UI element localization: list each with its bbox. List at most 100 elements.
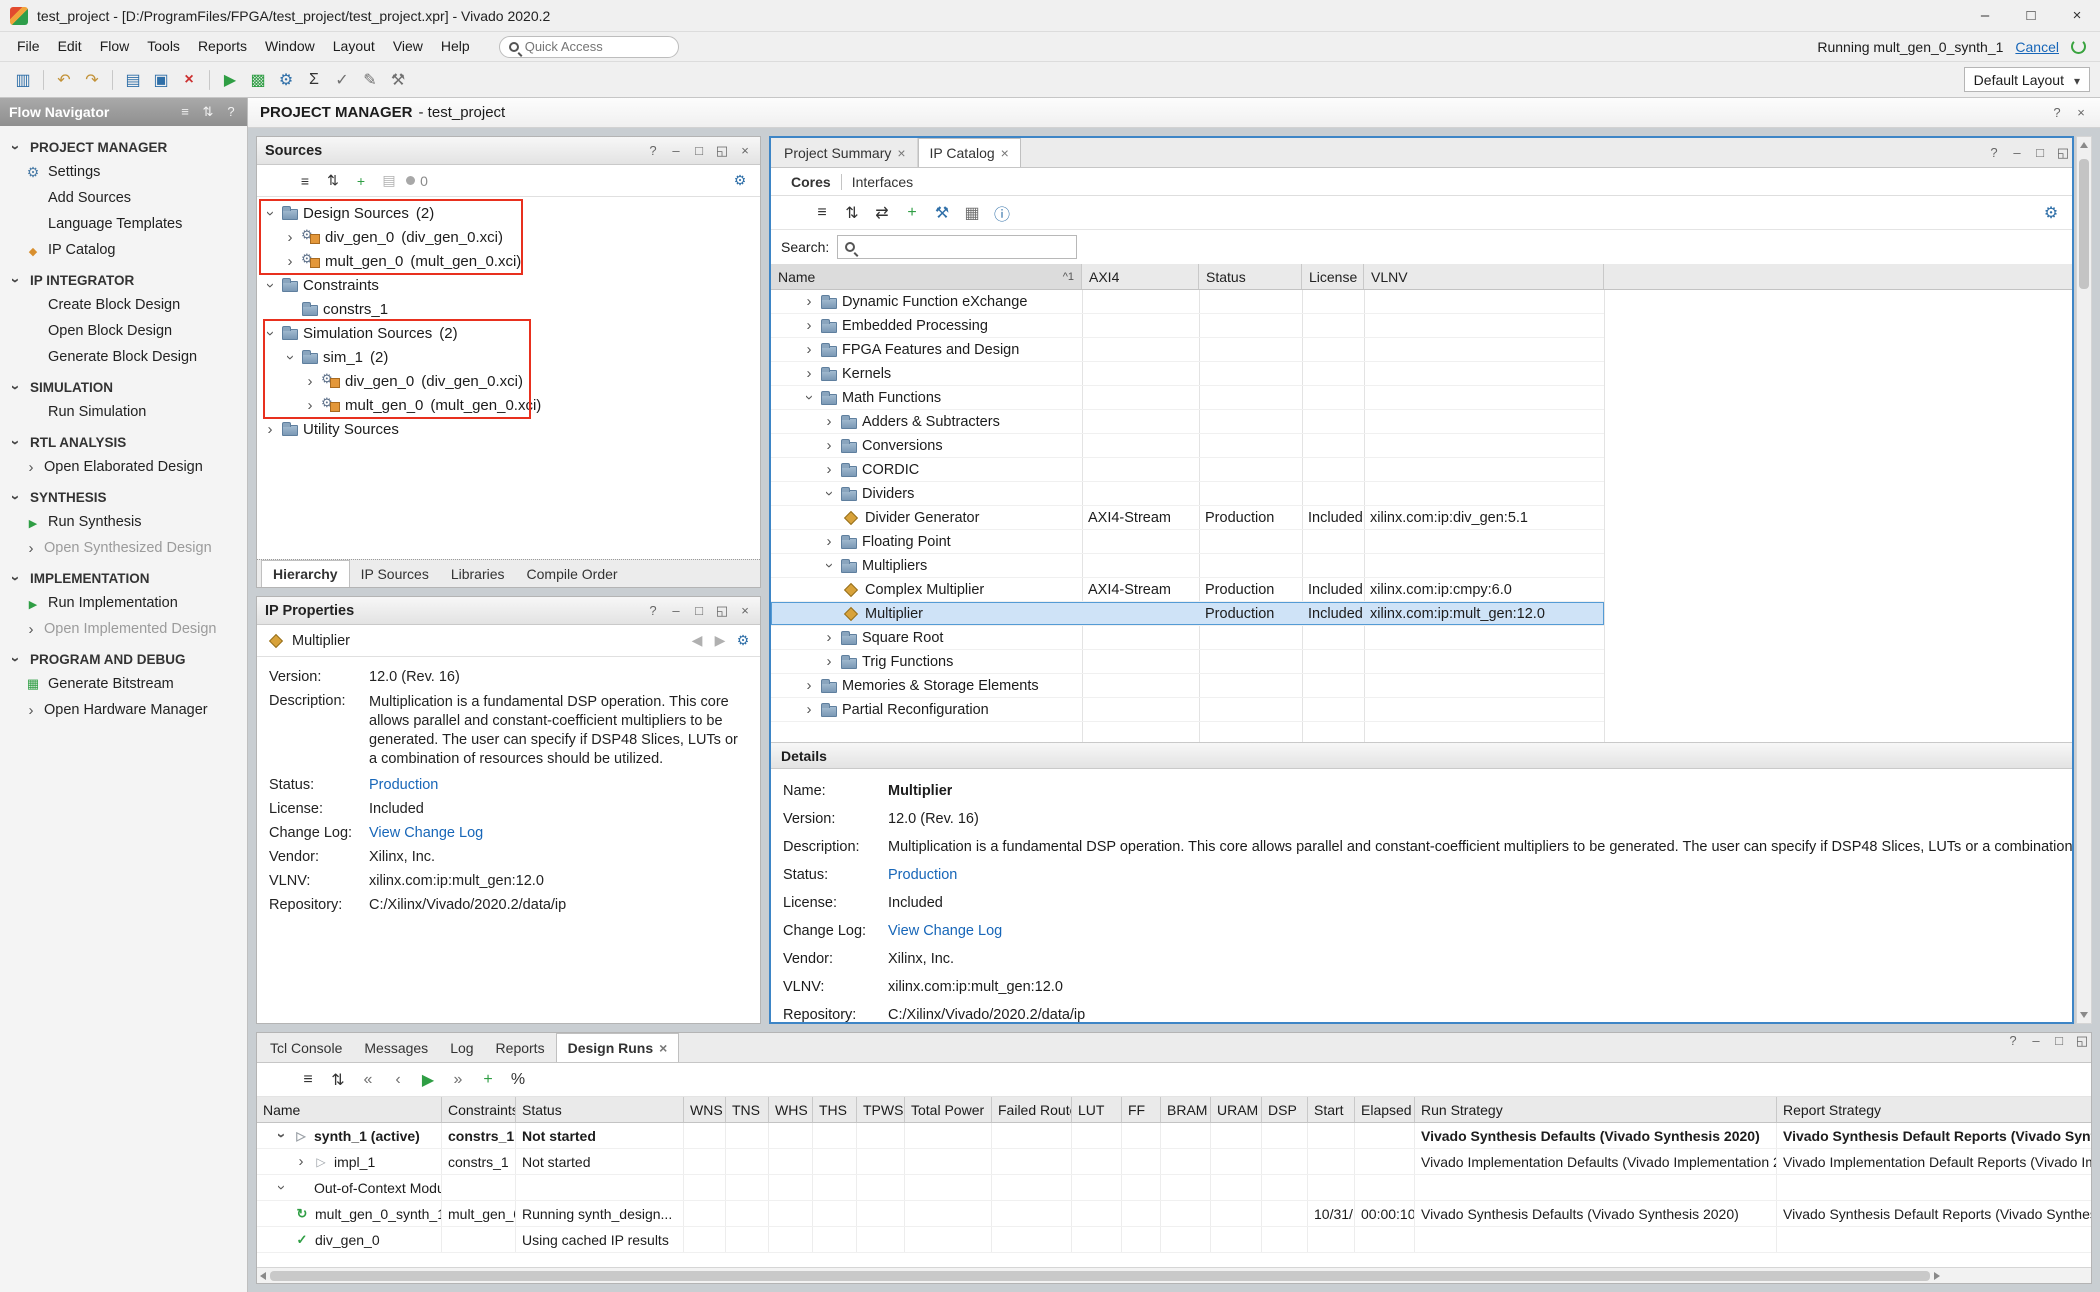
ip-catalog-search-input[interactable] bbox=[861, 240, 1069, 255]
filter-count-badge[interactable]: 0 bbox=[405, 169, 429, 193]
menu-item[interactable]: Layout bbox=[324, 34, 384, 58]
sources-view-tab[interactable]: Libraries bbox=[440, 560, 516, 587]
menu-item[interactable]: Reports bbox=[189, 34, 256, 58]
design-run-row[interactable]: synth_1 (active) constrs_1 Not started bbox=[257, 1123, 2091, 1149]
tree-expander-icon[interactable] bbox=[263, 206, 277, 221]
column-header-tpws[interactable]: TPWS bbox=[857, 1097, 905, 1122]
step-first-icon[interactable]: « bbox=[355, 1067, 381, 1093]
ip-catalog-row[interactable]: Conversions bbox=[771, 434, 1604, 458]
collapse-all-icon[interactable]: ≡ bbox=[293, 169, 317, 193]
tree-expander-icon[interactable] bbox=[822, 414, 836, 429]
design-run-row[interactable]: Out-of-Context Module Runs bbox=[257, 1175, 2091, 1201]
column-header-start[interactable]: Start bbox=[1308, 1097, 1355, 1122]
flow-navigator-item[interactable]: Generate Bitstream bbox=[0, 671, 247, 697]
help-icon[interactable]: ? bbox=[646, 143, 660, 159]
report-icon[interactable]: ▤ bbox=[120, 67, 146, 93]
help-icon[interactable]: ? bbox=[2006, 1033, 2020, 1062]
open-file-icon[interactable]: ▥ bbox=[10, 67, 36, 93]
close-icon[interactable]: × bbox=[2054, 0, 2100, 32]
ip-catalog-row[interactable]: Partial Reconfiguration bbox=[771, 698, 1604, 722]
tree-expander-icon[interactable] bbox=[822, 654, 836, 669]
undo-icon[interactable]: ↶ bbox=[51, 67, 77, 93]
float-icon[interactable]: ◱ bbox=[2056, 145, 2070, 161]
menu-item[interactable]: Edit bbox=[49, 34, 91, 58]
ip-catalog-row[interactable]: Multiplier Production Included xilinx.co… bbox=[771, 602, 1604, 626]
column-header-axi4[interactable]: AXI4 bbox=[1082, 264, 1199, 289]
sources-tree-item[interactable]: Design Sources (2) bbox=[257, 201, 760, 225]
flow-navigator-item[interactable]: Run Simulation bbox=[0, 399, 247, 425]
ip-catalog-row[interactable]: CORDIC bbox=[771, 458, 1604, 482]
tree-expander-icon[interactable] bbox=[274, 1128, 288, 1143]
flow-navigator-item[interactable]: Create Block Design bbox=[0, 292, 247, 318]
ip-catalog-row[interactable]: Math Functions bbox=[771, 386, 1604, 410]
menu-item[interactable]: File bbox=[8, 34, 49, 58]
flow-navigator-item[interactable]: SYNTHESIS bbox=[0, 480, 247, 509]
bottom-tab[interactable]: Reports bbox=[485, 1033, 556, 1062]
column-header-bram[interactable]: BRAM bbox=[1161, 1097, 1211, 1122]
menu-item[interactable]: Tools bbox=[138, 34, 189, 58]
customize-icon[interactable]: ⚒ bbox=[929, 200, 955, 226]
scroll-up-icon[interactable] bbox=[2080, 142, 2088, 148]
tree-expander-icon[interactable] bbox=[822, 438, 836, 453]
layout-icon[interactable]: ▦ bbox=[959, 200, 985, 226]
maximize-icon[interactable]: □ bbox=[2033, 145, 2047, 160]
tree-expander-icon[interactable] bbox=[822, 630, 836, 645]
column-header-elapsed[interactable]: Elapsed bbox=[1355, 1097, 1415, 1122]
column-header-run-strategy[interactable]: Run Strategy bbox=[1415, 1097, 1777, 1122]
menu-item[interactable]: Flow bbox=[91, 34, 139, 58]
subnav-item[interactable]: Interfaces bbox=[841, 174, 923, 190]
scroll-down-icon[interactable] bbox=[2080, 1012, 2088, 1018]
sources-tree-item[interactable]: Simulation Sources (2) bbox=[257, 321, 760, 345]
expand-all-icon[interactable]: ⇅ bbox=[325, 1067, 351, 1093]
sources-view-tab[interactable]: Hierarchy bbox=[261, 560, 350, 587]
column-header-status[interactable]: Status bbox=[1199, 264, 1302, 289]
ip-catalog-row[interactable]: Embedded Processing bbox=[771, 314, 1604, 338]
flow-navigator-item[interactable]: PROJECT MANAGER bbox=[0, 130, 247, 159]
toolbar-separator[interactable] bbox=[112, 70, 113, 90]
ip-catalog-row[interactable]: Kernels bbox=[771, 362, 1604, 386]
copy-icon[interactable]: ▣ bbox=[148, 67, 174, 93]
collapse-all-icon[interactable]: ≡ bbox=[809, 200, 835, 226]
flow-navigator-item[interactable]: Open Elaborated Design bbox=[0, 454, 247, 480]
flow-navigator-item[interactable]: PROGRAM AND DEBUG bbox=[0, 642, 247, 671]
design-run-row[interactable]: mult_gen_0_synth_1 mult_gen_0 Running sy… bbox=[257, 1201, 2091, 1227]
tree-expander-icon[interactable] bbox=[263, 422, 277, 437]
collapse-all-icon[interactable]: ≡ bbox=[295, 1067, 321, 1093]
menu-item[interactable]: View bbox=[384, 34, 432, 58]
sources-tree-item[interactable]: constrs_1 bbox=[257, 297, 760, 321]
ip-catalog-row[interactable]: Square Root bbox=[771, 626, 1604, 650]
tree-expander-icon[interactable] bbox=[283, 254, 297, 269]
tree-expander-icon[interactable] bbox=[822, 486, 836, 501]
tree-expander-icon[interactable] bbox=[283, 230, 297, 245]
ip-catalog-row[interactable]: Dynamic Function eXchange bbox=[771, 290, 1604, 314]
ip-catalog-row[interactable]: Trig Functions bbox=[771, 650, 1604, 674]
tree-expander-icon[interactable] bbox=[802, 390, 816, 405]
scrollbar-thumb[interactable] bbox=[2079, 159, 2089, 289]
flow-navigator-item[interactable]: Run Synthesis bbox=[0, 509, 247, 535]
scroll-left-icon[interactable] bbox=[260, 1272, 266, 1280]
maximize-icon[interactable]: □ bbox=[2008, 0, 2054, 32]
column-header-wns[interactable]: WNS bbox=[684, 1097, 726, 1122]
validate-icon[interactable]: ✓ bbox=[329, 67, 355, 93]
tree-expander-icon[interactable] bbox=[303, 398, 317, 413]
ip-properties-header[interactable]: IP Properties ?–□◱× bbox=[257, 597, 760, 625]
column-header-uram[interactable]: URAM bbox=[1211, 1097, 1262, 1122]
ip-catalog-row[interactable]: Divider Generator AXI4-Stream Production… bbox=[771, 506, 1604, 530]
tree-expander-icon[interactable] bbox=[294, 1154, 308, 1169]
cancel-run-link[interactable]: Cancel bbox=[2015, 39, 2059, 55]
ip-catalog-row[interactable]: Memories & Storage Elements bbox=[771, 674, 1604, 698]
editor-tab[interactable]: IP Catalog bbox=[918, 138, 1021, 167]
column-header-name[interactable]: Name ^1 bbox=[771, 264, 1082, 289]
minimize-icon[interactable]: – bbox=[2010, 145, 2024, 160]
add-repository-icon[interactable]: + bbox=[899, 200, 925, 226]
report-icon[interactable]: ▤ bbox=[377, 169, 401, 193]
add-sources-icon[interactable]: + bbox=[349, 169, 373, 193]
sum-icon[interactable]: Σ bbox=[301, 67, 327, 93]
column-header-failed-routes[interactable]: Failed Routes bbox=[992, 1097, 1072, 1122]
help-icon[interactable]: ? bbox=[2050, 105, 2064, 120]
forward-icon[interactable]: ▶ bbox=[713, 632, 727, 649]
tree-expander-icon[interactable] bbox=[802, 702, 816, 717]
vertical-scrollbar[interactable] bbox=[2076, 136, 2092, 1024]
flow-navigator-item[interactable]: Settings bbox=[0, 159, 247, 185]
ip-catalog-search-box[interactable] bbox=[837, 235, 1077, 259]
